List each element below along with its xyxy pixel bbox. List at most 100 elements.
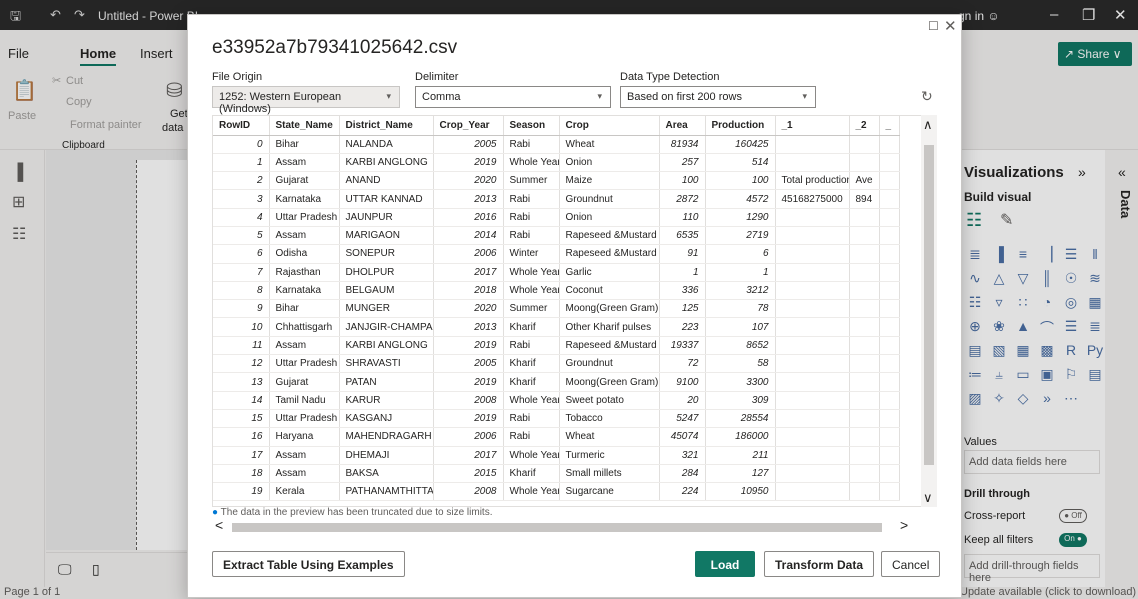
table-cell: Sugarcane xyxy=(559,482,660,502)
scroll-right-icon[interactable]: > xyxy=(900,517,908,533)
table-cell: Uttar Pradesh xyxy=(269,208,340,227)
table-cell: 6 xyxy=(213,244,270,264)
extract-table-button[interactable]: Extract Table Using Examples xyxy=(212,551,405,577)
table-cell: Rabi xyxy=(503,427,560,447)
table-cell xyxy=(775,464,850,484)
table-cell: Karnataka xyxy=(269,281,340,301)
load-button[interactable]: Load xyxy=(695,551,755,577)
table-cell: 2719 xyxy=(705,226,776,246)
table-cell: 2014 xyxy=(433,226,504,246)
table-cell: Groundnut xyxy=(559,354,660,374)
table-cell: 81934 xyxy=(659,135,706,154)
table-cell: KARUR xyxy=(339,391,434,410)
table-cell: Wheat xyxy=(559,427,660,447)
table-cell: 2018 xyxy=(433,281,504,301)
maximize-dialog-icon[interactable]: ☐ xyxy=(928,19,939,33)
column-header: Crop_Year xyxy=(433,116,504,136)
table-cell xyxy=(879,446,900,465)
table-cell xyxy=(775,372,850,392)
table-cell: 15 xyxy=(213,409,270,429)
transform-data-button[interactable]: Transform Data xyxy=(764,551,875,577)
table-cell: Bihar xyxy=(269,135,340,154)
table-cell: 2017 xyxy=(433,446,504,465)
table-row: 13 Gujarat PATAN 2019 Kharif Moong(Green Gram… xyxy=(213,372,900,392)
table-cell: NALANDA xyxy=(339,135,434,154)
file-origin-select[interactable]: 1252: Western European (Windows) ▾ xyxy=(212,86,400,115)
vertical-scrollbar[interactable]: ∧ ∨ xyxy=(921,115,937,507)
table-cell: DHEMAJI xyxy=(339,446,434,465)
table-cell xyxy=(849,244,880,264)
table-cell xyxy=(879,171,900,191)
table-cell: 1290 xyxy=(705,208,776,227)
table-cell xyxy=(879,464,900,484)
scroll-up-icon[interactable]: ∧ xyxy=(923,117,933,133)
table-cell: 72 xyxy=(659,354,706,374)
table-cell: 2005 xyxy=(433,135,504,154)
table-cell: 14 xyxy=(213,391,270,410)
table-cell: Uttar Pradesh xyxy=(269,409,340,429)
table-cell: 28554 xyxy=(705,409,776,429)
refresh-icon[interactable]: ↻ xyxy=(921,88,933,105)
chevron-down-icon: ▾ xyxy=(802,91,807,101)
table-cell: Groundnut xyxy=(559,189,660,209)
table-cell: JANJGIR-CHAMPA xyxy=(339,317,434,337)
table-cell xyxy=(879,135,900,154)
table-cell: Moong(Green Gram) xyxy=(559,299,660,319)
table-row: 5 Assam MARIGAON 2014 Rabi Rapeseed &Mustard 6… xyxy=(213,226,900,246)
table-cell: Turmeric xyxy=(559,446,660,465)
table-cell: 2016 xyxy=(433,208,504,227)
table-cell: 321 xyxy=(659,446,706,465)
table-cell xyxy=(849,446,880,465)
table-cell xyxy=(879,281,900,301)
horizontal-scrollbar[interactable]: < > xyxy=(212,517,922,534)
table-cell: Moong(Green Gram) xyxy=(559,372,660,392)
table-cell: 160425 xyxy=(705,135,776,154)
table-cell xyxy=(775,336,850,356)
scroll-down-icon[interactable]: ∨ xyxy=(923,490,933,506)
table-cell: ANAND xyxy=(339,171,434,191)
table-cell: SHRAVASTI xyxy=(339,354,434,374)
table-cell: 110 xyxy=(659,208,706,227)
table-cell: KASGANJ xyxy=(339,409,434,429)
table-cell: JAUNPUR xyxy=(339,208,434,227)
table-cell xyxy=(849,208,880,227)
column-header: _ xyxy=(879,116,900,136)
table-row: 9 Bihar MUNGER 2020 Summer Moong(Green Gram) 1… xyxy=(213,299,900,319)
table-cell: 10950 xyxy=(705,482,776,502)
column-header: State_Name xyxy=(269,116,340,136)
scroll-thumb[interactable] xyxy=(924,145,934,465)
table-cell: 2008 xyxy=(433,391,504,410)
table-cell: 7 xyxy=(213,263,270,282)
detection-select[interactable]: Based on first 200 rows ▾ xyxy=(620,86,816,108)
table-cell: Rapeseed &Mustard xyxy=(559,336,660,356)
delimiter-select[interactable]: Comma ▾ xyxy=(415,86,611,108)
table-cell: 2005 xyxy=(433,354,504,374)
table-cell: 100 xyxy=(705,171,776,191)
table-cell: Rabi xyxy=(503,409,560,429)
table-row: 17 Assam DHEMAJI 2017 Whole Year Turmeric 321 2… xyxy=(213,446,900,465)
table-cell: 45168275000 xyxy=(775,189,850,209)
cancel-button[interactable]: Cancel xyxy=(881,551,941,577)
table-cell: Coconut xyxy=(559,281,660,301)
table-row: 2 Gujarat ANAND 2020 Summer Maize 100 100 Total … xyxy=(213,171,900,191)
table-cell: Kharif xyxy=(503,317,560,337)
table-cell: 3 xyxy=(213,189,270,209)
table-row: 16 Haryana MAHENDRAGARH 2006 Rabi Wheat 45074 1… xyxy=(213,427,900,447)
table-cell: Bihar xyxy=(269,299,340,319)
h-scroll-thumb[interactable] xyxy=(232,523,882,532)
table-cell: Kharif xyxy=(503,464,560,484)
table-row: 1 Assam KARBI ANGLONG 2019 Whole Year Onion 25… xyxy=(213,153,900,173)
table-row: 11 Assam KARBI ANGLONG 2019 Rabi Rapeseed &Mu… xyxy=(213,336,900,356)
scroll-left-icon[interactable]: < xyxy=(215,517,223,533)
dialog-title: e33952a7b79341025642.csv xyxy=(212,37,458,58)
table-cell xyxy=(879,226,900,246)
table-cell: Chhattisgarh xyxy=(269,317,340,337)
truncation-info: ● The data in the preview has been trunc… xyxy=(212,507,493,518)
table-cell xyxy=(849,391,880,410)
table-cell: Rabi xyxy=(503,336,560,356)
table-cell xyxy=(879,208,900,227)
table-cell xyxy=(849,482,880,502)
table-cell: 12 xyxy=(213,354,270,374)
table-cell xyxy=(775,208,850,227)
close-dialog-icon[interactable]: ✕ xyxy=(944,17,957,35)
